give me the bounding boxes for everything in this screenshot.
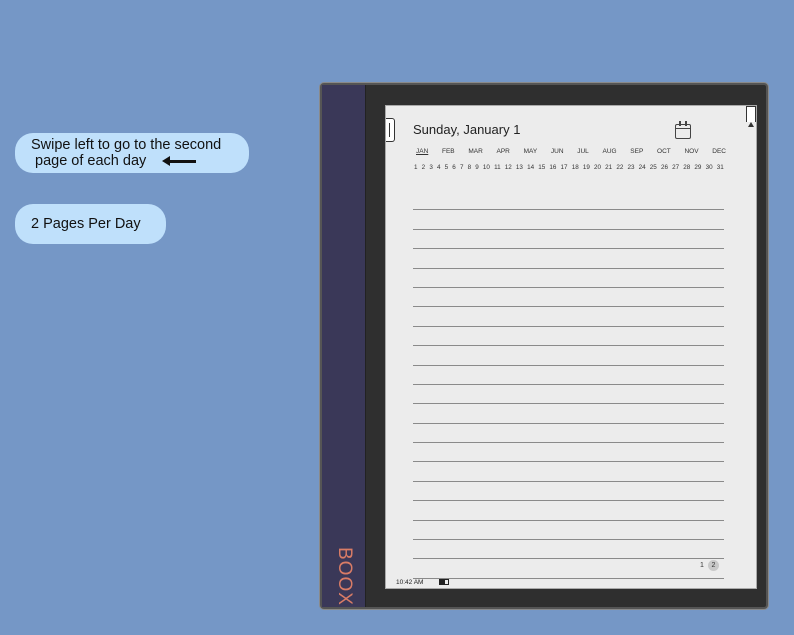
bookmark-icon[interactable] [746,106,756,127]
day-link-30[interactable]: 30 [706,164,713,171]
planner-screen[interactable]: Sunday, January 1 JAN FEB MAR APR MAY JUN JUL A… [385,105,757,589]
writing-line [413,346,724,366]
writing-line [413,269,724,288]
day-link-21[interactable]: 21 [605,164,612,171]
page-2-link[interactable]: 2 [707,560,719,571]
day-link-27[interactable]: 27 [672,164,679,171]
day-link-12[interactable]: 12 [505,164,512,171]
writing-lines[interactable] [413,191,724,579]
writing-line [413,249,724,269]
month-tab-apr[interactable]: APR [497,148,510,155]
month-tab-may[interactable]: MAY [524,148,538,155]
writing-line [413,366,724,385]
month-tab-sep[interactable]: SEP [630,148,643,155]
day-link-24[interactable]: 24 [639,164,646,171]
writing-line [413,191,724,211]
page-1-link[interactable]: 1 [700,562,704,569]
month-tabs: JAN FEB MAR APR MAY JUN JUL AUG SEP OCT NOV DEC [416,148,726,155]
month-tab-nov[interactable]: NOV [684,148,698,155]
writing-line [413,404,724,424]
arrow-left-icon [162,156,197,166]
day-link-8[interactable]: 8 [468,164,472,171]
month-tab-mar[interactable]: MAR [468,148,482,155]
day-link-15[interactable]: 15 [538,164,545,171]
day-link-29[interactable]: 29 [694,164,701,171]
day-link-28[interactable]: 28 [683,164,690,171]
day-link-7[interactable]: 7 [460,164,464,171]
writing-line [413,210,724,230]
day-link-18[interactable]: 18 [572,164,579,171]
day-link-2[interactable]: 2 [422,164,426,171]
day-link-6[interactable]: 6 [452,164,456,171]
swipe-tip-line1: Swipe left to go to the second [31,137,222,153]
day-link-5[interactable]: 5 [445,164,449,171]
writing-line [413,540,724,560]
writing-line [413,230,724,250]
page-indicator: 1 2 [700,560,719,571]
writing-line [413,501,724,521]
day-link-22[interactable]: 22 [616,164,623,171]
writing-line [413,385,724,405]
day-link-4[interactable]: 4 [437,164,441,171]
writing-line [413,559,724,579]
swipe-tip-line2-row: page of each day [31,153,249,169]
sidebar-toggle-icon[interactable] [386,118,395,142]
writing-line [413,482,724,502]
writing-line [413,307,724,327]
calendar-icon[interactable] [675,121,691,139]
ereader-device: BOOX Sunday, January 1 JAN FEB MAR APR MAY JU… [320,83,768,609]
day-link-3[interactable]: 3 [429,164,433,171]
writing-line [413,462,724,482]
month-tab-jul[interactable]: JUL [577,148,589,155]
brand-logo: BOOX [334,547,355,606]
pages-per-day-label: 2 Pages Per Day [31,216,141,232]
day-link-23[interactable]: 23 [627,164,634,171]
day-link-1[interactable]: 1 [414,164,418,171]
day-link-16[interactable]: 16 [549,164,556,171]
month-tab-feb[interactable]: FEB [442,148,455,155]
writing-line [413,424,724,444]
pages-per-day-bubble: 2 Pages Per Day [15,204,166,244]
writing-line [413,327,724,347]
day-link-31[interactable]: 31 [717,164,724,171]
writing-line [413,521,724,541]
writing-line [413,443,724,463]
month-tab-jan[interactable]: JAN [416,148,428,155]
page-title: Sunday, January 1 [413,122,521,137]
day-link-20[interactable]: 20 [594,164,601,171]
day-link-13[interactable]: 13 [516,164,523,171]
day-link-9[interactable]: 9 [475,164,479,171]
month-tab-jun[interactable]: JUN [551,148,564,155]
day-link-25[interactable]: 25 [650,164,657,171]
battery-icon [439,579,449,585]
day-link-19[interactable]: 19 [583,164,590,171]
month-tab-dec[interactable]: DEC [712,148,726,155]
day-link-26[interactable]: 26 [661,164,668,171]
month-tab-oct[interactable]: OCT [657,148,671,155]
month-tab-aug[interactable]: AUG [603,148,617,155]
status-time: 10:42 AM [396,579,424,586]
device-spine: BOOX [322,85,366,607]
day-link-10[interactable]: 10 [483,164,490,171]
swipe-tip-bubble: Swipe left to go to the second page of e… [15,133,249,173]
day-link-14[interactable]: 14 [527,164,534,171]
swipe-tip-line2: page of each day [35,153,147,169]
day-link-17[interactable]: 17 [561,164,568,171]
day-links: 1 2 3 4 5 6 7 8 9 10 11 12 13 14 15 16 17 18 19 20 21 22 23 24 2… [414,164,724,171]
writing-line [413,288,724,308]
day-link-11[interactable]: 11 [494,164,501,171]
